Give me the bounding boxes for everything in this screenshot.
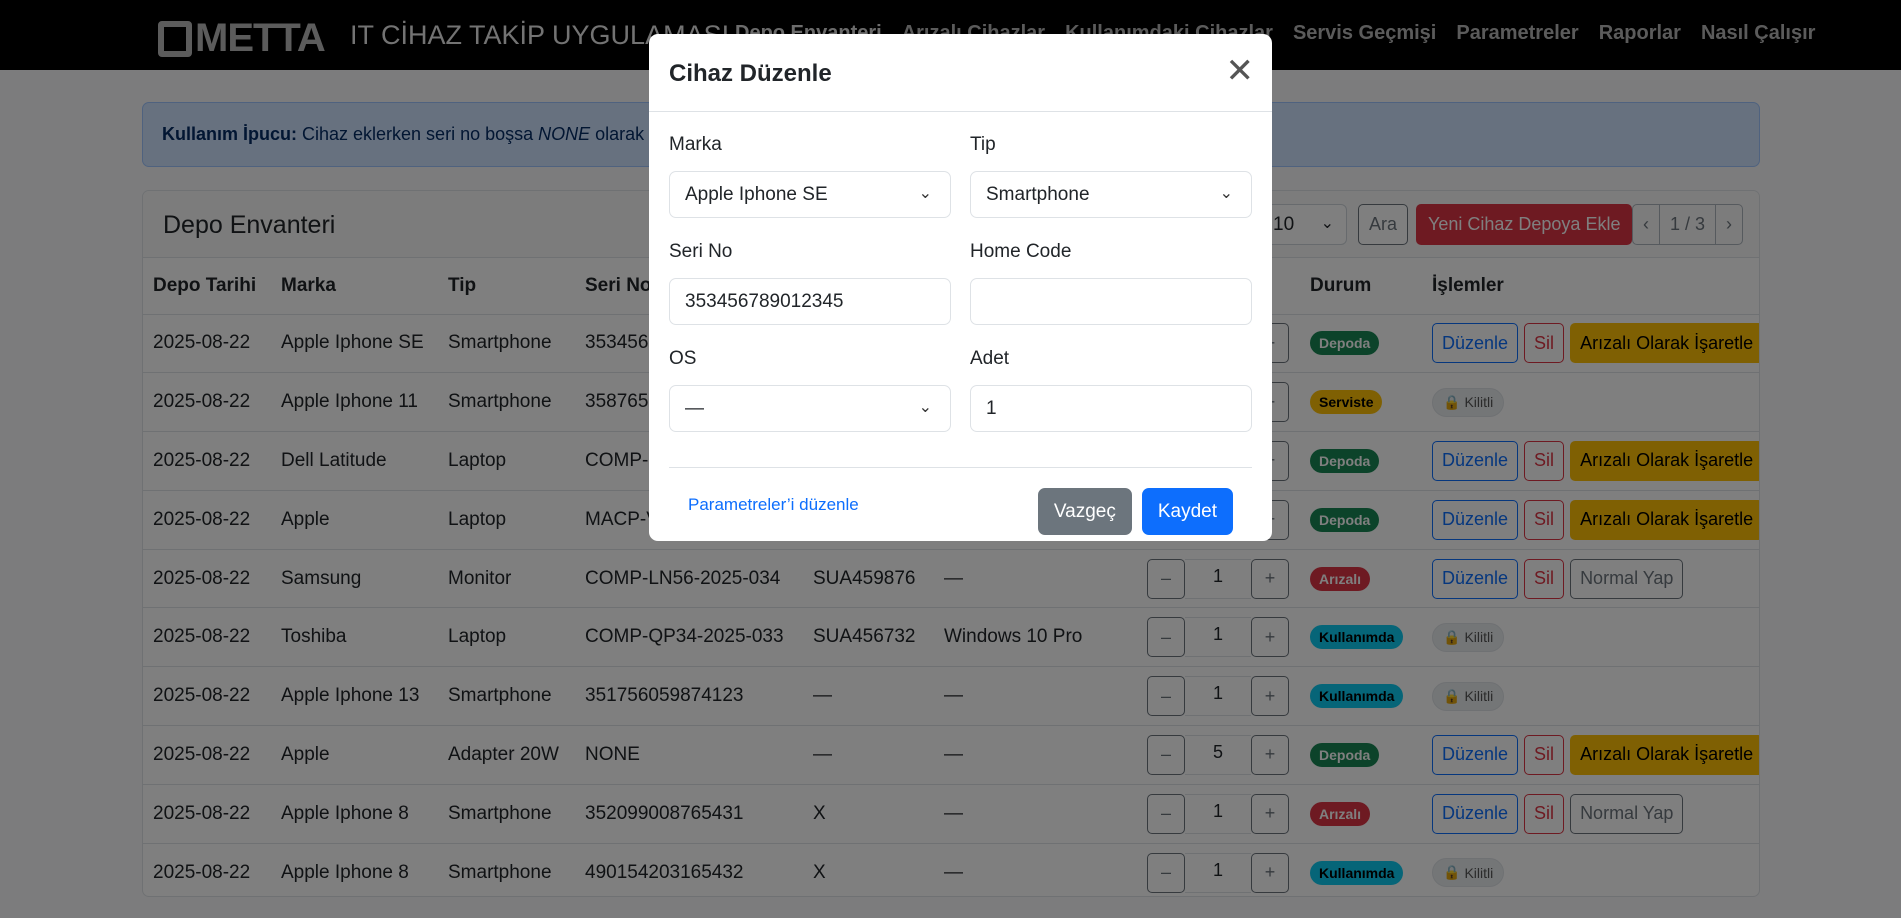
type-select[interactable]: Smartphone ⌄: [970, 171, 1252, 218]
os-select[interactable]: — ⌄: [669, 385, 951, 432]
cancel-button[interactable]: Vazgeç: [1037, 488, 1132, 535]
os-label: OS: [669, 348, 697, 369]
type-label: Tip: [970, 134, 996, 155]
close-icon[interactable]: ✕: [1226, 54, 1255, 88]
serial-field: Seri No 353456789012345: [669, 241, 951, 325]
quantity-label: Adet: [970, 348, 1010, 369]
home-code-label: Home Code: [970, 241, 1072, 262]
edit-parameters-link[interactable]: Parametreler’i düzenle: [688, 468, 859, 541]
chevron-down-icon: ⌄: [1219, 185, 1233, 202]
brand-label: Marka: [669, 134, 722, 155]
type-field: Tip Smartphone ⌄: [970, 134, 1252, 218]
modal-title: Cihaz Düzenle: [669, 60, 832, 87]
brand-value: Apple Iphone SE: [685, 184, 828, 205]
quantity-field: Adet 1: [970, 348, 1252, 432]
type-value: Smartphone: [986, 184, 1090, 205]
modal-header: Cihaz Düzenle ✕: [649, 34, 1272, 112]
os-field: OS — ⌄: [669, 348, 951, 432]
brand-select[interactable]: Apple Iphone SE ⌄: [669, 171, 951, 218]
chevron-down-icon: ⌄: [918, 399, 932, 416]
quantity-value: 1: [986, 398, 997, 419]
serial-value: 353456789012345: [685, 291, 844, 312]
serial-input[interactable]: 353456789012345: [669, 278, 951, 325]
modal-body: Marka Apple Iphone SE ⌄ Tip Smartphone ⌄ S…: [669, 112, 1252, 468]
edit-device-modal: Cihaz Düzenle ✕ Marka Apple Iphone SE ⌄ T…: [649, 34, 1272, 541]
serial-label: Seri No: [669, 241, 733, 262]
chevron-down-icon: ⌄: [918, 185, 932, 202]
home-code-input[interactable]: [970, 278, 1252, 325]
quantity-input[interactable]: 1: [970, 385, 1252, 432]
save-button[interactable]: Kaydet: [1141, 488, 1233, 535]
modal-footer-buttons: Vazgeç Kaydet: [1037, 488, 1233, 535]
brand-field: Marka Apple Iphone SE ⌄: [669, 134, 951, 218]
home-code-field: Home Code: [970, 241, 1252, 325]
os-value: —: [685, 398, 704, 419]
